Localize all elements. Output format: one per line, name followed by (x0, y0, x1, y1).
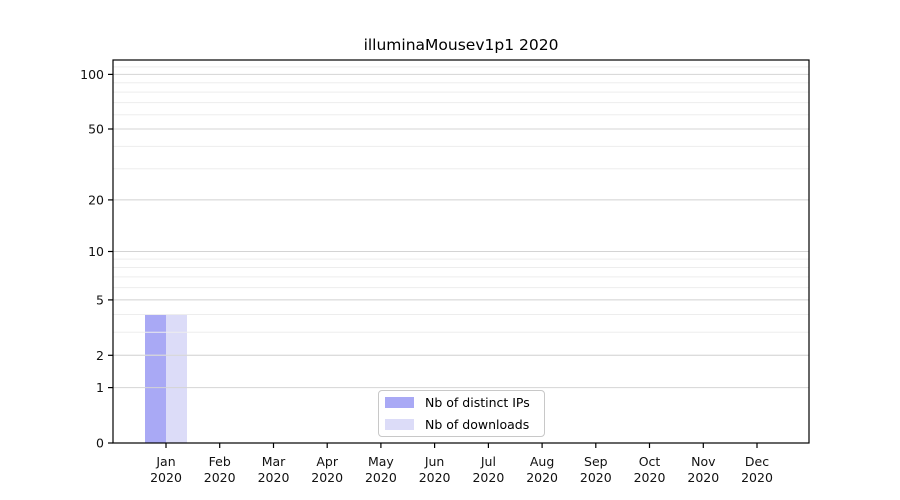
legend: Nb of distinct IPs Nb of downloads (378, 390, 545, 437)
x-tick-label-month: Apr (316, 454, 338, 469)
y-tick-label: 1 (96, 380, 104, 395)
x-tick-label-year: 2020 (311, 470, 343, 485)
x-tick-label-month: Jul (480, 454, 496, 469)
x-tick-label-month: Feb (209, 454, 231, 469)
x-tick-label-month: Dec (745, 454, 769, 469)
y-tick-label: 0 (96, 436, 104, 451)
x-tick-label-year: 2020 (258, 470, 290, 485)
x-tick-label-month: Sep (584, 454, 608, 469)
bar-jan-series0 (145, 314, 166, 443)
x-tick-label-year: 2020 (580, 470, 612, 485)
x-tick-label-year: 2020 (204, 470, 236, 485)
x-tick-label-month: Oct (639, 454, 661, 469)
y-tick-label: 2 (96, 348, 104, 363)
x-tick-label-year: 2020 (365, 470, 397, 485)
y-tick-label: 5 (96, 292, 104, 307)
x-tick-label-year: 2020 (741, 470, 773, 485)
legend-swatch-distinct-ips (385, 397, 414, 408)
y-tick-label: 50 (88, 122, 104, 137)
chart-figure: illuminaMousev1p1 2020 0 1 2 5 10 20 50 100 Jan 2… (0, 0, 900, 500)
legend-swatch-downloads (385, 419, 414, 430)
x-tick-label-year: 2020 (526, 470, 558, 485)
x-tick-label-year: 2020 (419, 470, 451, 485)
x-tick-label-year: 2020 (687, 470, 719, 485)
x-tick-label-month: Aug (530, 454, 554, 469)
x-tick-label-month: Nov (691, 454, 716, 469)
x-tick-label-year: 2020 (634, 470, 666, 485)
x-tick-label-year: 2020 (472, 470, 504, 485)
y-tick-label: 10 (88, 244, 104, 259)
x-tick-label-year: 2020 (150, 470, 182, 485)
x-tick-label-month: Jan (155, 454, 175, 469)
legend-label-distinct-ips: Nb of distinct IPs (425, 395, 530, 410)
legend-label-downloads: Nb of downloads (425, 417, 530, 432)
x-tick-label-month: May (368, 454, 394, 469)
legend-item-downloads: Nb of downloads (385, 417, 544, 432)
legend-item-distinct-ips: Nb of distinct IPs (385, 395, 544, 410)
x-tick-label-month: Jun (424, 454, 445, 469)
x-tick-label-month: Mar (262, 454, 286, 469)
y-tick-label: 20 (88, 192, 104, 207)
bar-jan-series1 (166, 314, 187, 443)
y-tick-label: 100 (80, 67, 104, 82)
